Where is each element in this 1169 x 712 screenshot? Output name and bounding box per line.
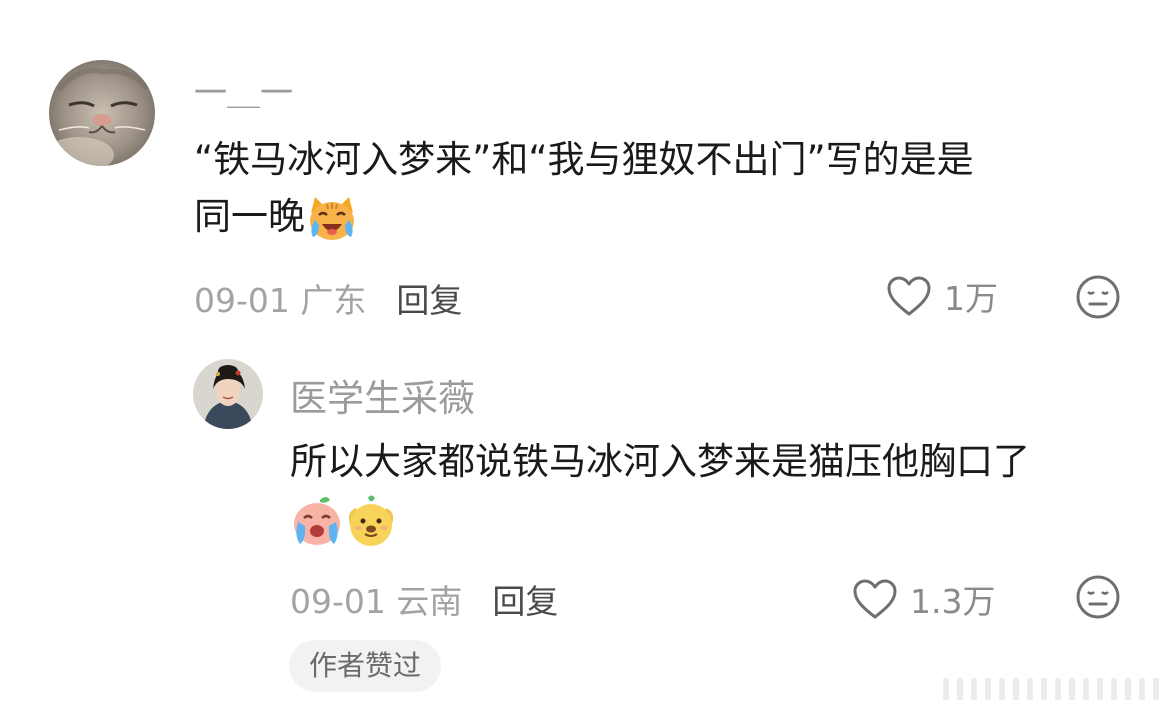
author-liked-badge: 作者赞过 (289, 640, 442, 692)
comment-meta: 09-01 云南 回复 (290, 575, 558, 623)
neutral-face-icon (1076, 275, 1120, 319)
comment-text-line: 同一晚 (194, 188, 974, 245)
like-button[interactable]: 1.3万 (852, 575, 995, 623)
comment-text-line: 所以大家都说铁马冰河入梦来是猫压他胸口了 (290, 440, 1030, 483)
comment-text-fragment: 同一晚 (194, 195, 305, 238)
dislike-button[interactable] (1075, 274, 1121, 320)
comment-meta: 09-01 广东 回复 (194, 274, 462, 322)
avatar[interactable] (49, 60, 155, 166)
cat-laughing-crying-emoji (305, 195, 359, 243)
dislike-button[interactable] (1075, 574, 1121, 620)
woman-avatar-image (193, 359, 263, 429)
crying-emoji (290, 494, 344, 548)
username[interactable]: 一＿一 (194, 66, 293, 114)
comment-text-line (290, 490, 1030, 548)
neutral-face-icon (1076, 575, 1120, 619)
heart-outline-icon (887, 276, 931, 316)
like-count: 1万 (944, 279, 998, 318)
dog-smirk-emoji (346, 494, 396, 548)
comment-date-location: 09-01 广东 (194, 281, 367, 320)
like-count: 1.3万 (910, 582, 996, 621)
comment-date-location: 09-01 云南 (290, 582, 463, 621)
username[interactable]: 医学生采薇 (290, 368, 475, 422)
cat-avatar-image (49, 60, 155, 166)
comment-text: 所以大家都说铁马冰河入梦来是猫压他胸口了 (290, 433, 1030, 548)
reply-button[interactable]: 回复 (396, 274, 462, 322)
comment-text-line: “铁马冰河入梦来”和“我与狸奴不出门”写的是是 (194, 138, 974, 181)
like-button[interactable]: 1万 (886, 272, 998, 320)
reply-button[interactable]: 回复 (492, 575, 558, 623)
heart-outline-icon (853, 579, 897, 619)
watermark (943, 678, 1159, 700)
comment-text: “铁马冰河入梦来”和“我与狸奴不出门”写的是是 同一晚 (194, 131, 974, 245)
avatar[interactable] (193, 359, 263, 429)
